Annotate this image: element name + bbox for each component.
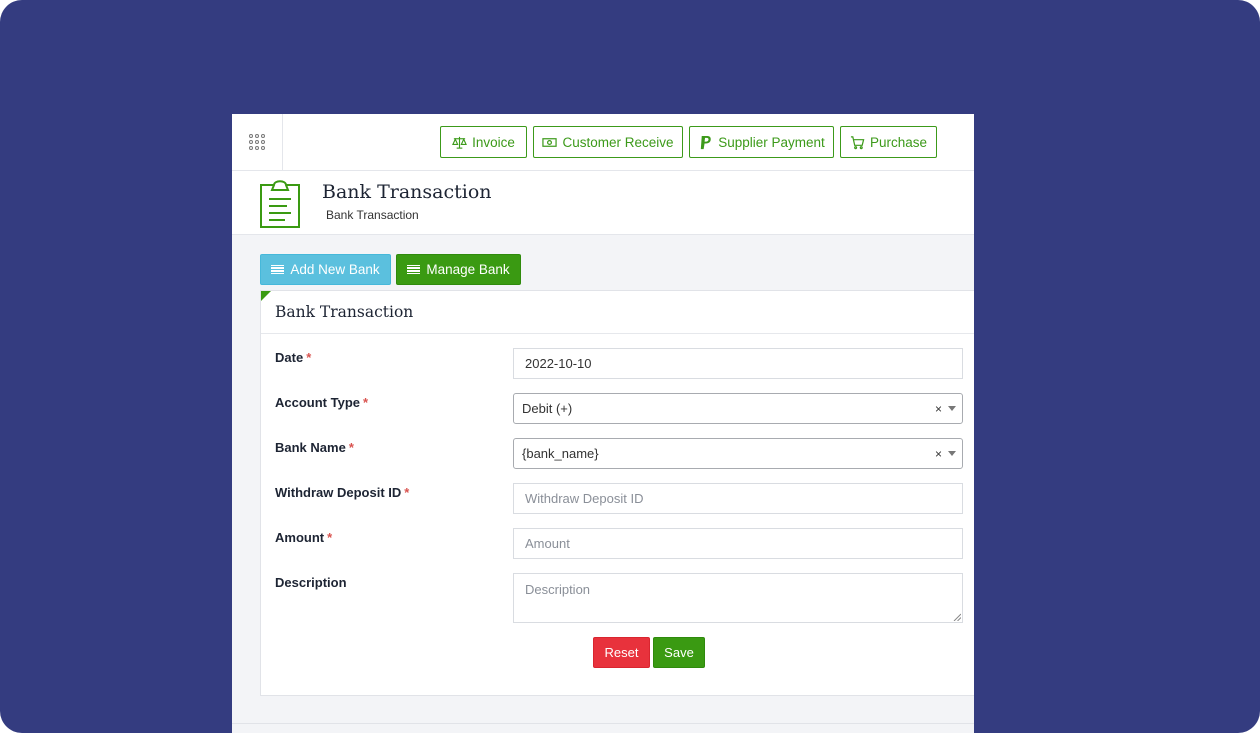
description-label: Description (275, 575, 347, 590)
withdraw-deposit-id-input[interactable]: Withdraw Deposit ID (513, 483, 963, 514)
supplier-payment-button[interactable]: Supplier Payment (689, 126, 834, 158)
reset-button[interactable]: Reset (593, 637, 650, 668)
purchase-button[interactable]: Purchase (840, 126, 937, 158)
add-new-bank-button[interactable]: Add New Bank (260, 254, 391, 285)
account-type-label: Account Type * (275, 395, 368, 410)
panel-header: Bank Transaction (261, 291, 974, 334)
purchase-label: Purchase (869, 134, 928, 150)
balance-scale-icon (452, 136, 468, 149)
bank-name-select[interactable]: {bank_name} × (513, 438, 963, 469)
bank-name-value: {bank_name} (522, 446, 599, 461)
required-marker: * (363, 395, 369, 410)
chevron-down-icon[interactable] (948, 451, 956, 456)
description-placeholder: Description (525, 582, 591, 597)
apps-menu-button[interactable] (232, 114, 283, 170)
date-field[interactable]: 2022-10-10 (513, 348, 963, 379)
money-bill-icon (542, 137, 558, 147)
amount-placeholder: Amount (525, 536, 570, 551)
account-type-select[interactable]: Debit (+) × (513, 393, 963, 424)
app-window: Invoice Customer Receive Supplier Paymen… (232, 114, 974, 733)
required-marker: * (306, 350, 312, 365)
amount-label-text: Amount (275, 530, 325, 545)
footer-divider (232, 723, 974, 724)
list-icon (407, 264, 421, 275)
bank-name-label: Bank Name * (275, 440, 354, 455)
save-button[interactable]: Save (653, 637, 705, 668)
paypal-icon (701, 135, 711, 149)
top-bar: Invoice Customer Receive Supplier Paymen… (232, 114, 974, 171)
clipboard-icon (260, 180, 300, 228)
page-title: Bank Transaction (322, 181, 492, 203)
customer-receive-label: Customer Receive (562, 134, 674, 150)
page-subtitle: Bank Transaction (326, 208, 419, 222)
invoice-label: Invoice (472, 134, 515, 150)
required-marker: * (327, 530, 333, 545)
withdraw-deposit-id-label: Withdraw Deposit ID * (275, 485, 409, 500)
manage-bank-button[interactable]: Manage Bank (396, 254, 521, 285)
supplier-payment-label: Supplier Payment (718, 134, 825, 150)
chevron-down-icon[interactable] (948, 406, 956, 411)
bank-name-label-text: Bank Name (275, 440, 346, 455)
withdraw-deposit-id-label-text: Withdraw Deposit ID (275, 485, 402, 500)
account-type-label-text: Account Type (275, 395, 360, 410)
clear-selection-icon[interactable]: × (935, 447, 942, 461)
shopping-cart-icon (850, 135, 865, 149)
list-icon (271, 264, 285, 275)
grid-icon (249, 134, 265, 150)
clear-selection-icon[interactable]: × (935, 402, 942, 416)
customer-receive-button[interactable]: Customer Receive (533, 126, 683, 158)
manage-bank-label: Manage Bank (426, 262, 510, 277)
date-label: Date * (275, 350, 311, 365)
description-textarea[interactable]: Description (513, 573, 963, 623)
add-new-bank-label: Add New Bank (290, 262, 380, 277)
resize-handle-icon[interactable] (953, 613, 961, 621)
amount-label: Amount * (275, 530, 332, 545)
panel-title: Bank Transaction (275, 303, 414, 321)
withdraw-deposit-id-placeholder: Withdraw Deposit ID (525, 491, 644, 506)
required-marker: * (348, 440, 354, 455)
invoice-button[interactable]: Invoice (440, 126, 527, 158)
account-type-value: Debit (+) (522, 401, 573, 416)
bank-transaction-panel: Bank Transaction Date * 2022-10-10 Accoun… (260, 290, 974, 696)
required-marker: * (404, 485, 410, 500)
description-label-text: Description (275, 575, 347, 590)
amount-input[interactable]: Amount (513, 528, 963, 559)
date-label-text: Date (275, 350, 304, 365)
date-value: 2022-10-10 (525, 356, 592, 371)
page-header: Bank Transaction Bank Transaction (232, 171, 974, 235)
